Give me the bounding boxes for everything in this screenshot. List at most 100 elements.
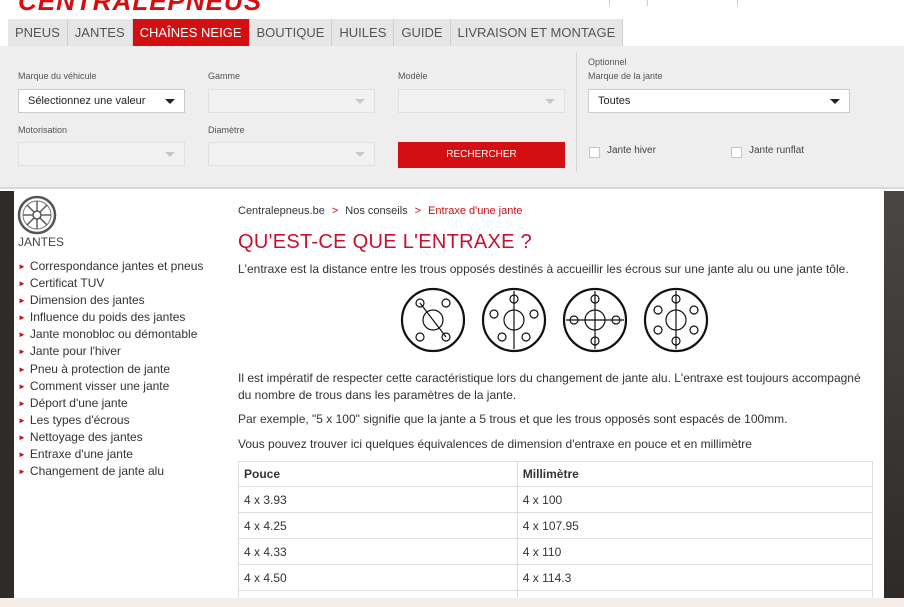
sidebar-item-label: Certificat TUV	[29, 276, 105, 291]
rim-brand-select[interactable]: Toutes	[588, 89, 850, 113]
runflat-rim-label: Jante runflat	[749, 145, 805, 156]
winter-rim-label: Jante hiver	[607, 145, 656, 156]
arrow-right-icon: ►	[18, 296, 26, 306]
optional-label: Optionnel	[588, 57, 627, 67]
sidebar-item-certificat-tuv[interactable]: ► Certificat TUV	[18, 275, 203, 292]
header-divider	[609, 0, 610, 6]
rim-brand-value: Toutes	[598, 95, 631, 107]
sidebar-item-dimension[interactable]: ► Dimension des jantes	[18, 292, 203, 309]
arrow-right-icon: ►	[18, 364, 26, 374]
breadcrumb-separator: >	[414, 205, 422, 217]
main-nav: PNEUS JANTES CHAÎNES NEIGE BOUTIQUE HUIL…	[8, 19, 624, 46]
paragraph-1: Il est impératif de respecter cette cara…	[238, 371, 861, 402]
breadcrumb-current: Entraxe d'une jante	[428, 205, 523, 217]
sidebar-item-label: Comment visser une jante	[29, 378, 170, 393]
wheel-icon	[17, 195, 57, 235]
header-divider	[737, 0, 738, 6]
table-cell: 4 x 110	[516, 538, 874, 565]
logo[interactable]: CENTRALEPNEUS	[18, 0, 262, 17]
search-filter-panel: Marque du véhicule Sélectionnez une vale…	[0, 46, 904, 189]
nav-jantes[interactable]: JANTES	[67, 19, 133, 46]
header-divider	[647, 0, 648, 6]
nav-huiles[interactable]: HUILES	[332, 19, 395, 46]
range-select[interactable]	[208, 89, 375, 113]
chevron-down-icon	[355, 152, 365, 157]
sidebar-item-correspondance[interactable]: ► Correspondance jantes et pneus	[18, 258, 203, 275]
breadcrumb: Centralepneus.be > Nos conseils > Entraxe d'…	[238, 205, 523, 217]
model-select[interactable]	[398, 89, 565, 113]
arrow-right-icon: ►	[18, 279, 26, 289]
range-label: Gamme	[208, 71, 241, 81]
nav-livraison-montage[interactable]: LIVRAISON ET MONTAGE	[450, 19, 624, 46]
sidebar-item-nettoyage[interactable]: ► Nettoyage des jantes	[18, 429, 203, 446]
sidebar-item-visser[interactable]: ► Comment visser une jante	[18, 378, 203, 395]
nav-guide[interactable]: GUIDE	[394, 19, 451, 46]
chevron-down-icon	[830, 99, 840, 104]
sidebar-item-influence-poids[interactable]: ► Influence du poids des jantes	[18, 309, 203, 326]
sidebar-item-label: Entraxe d'une jante	[29, 447, 133, 462]
intro-text: L'entraxe est la distance entre les trou…	[238, 262, 849, 276]
nav-pneus[interactable]: PNEUS	[8, 19, 68, 46]
arrow-right-icon: ►	[18, 432, 26, 442]
table-row: 4 x 4.25 4 x 107.95	[238, 512, 874, 539]
diameter-label: Diamètre	[208, 125, 245, 135]
arrow-right-icon: ►	[18, 313, 26, 323]
sidebar-menu: ► Correspondance jantes et pneus ► Certifi…	[18, 258, 203, 480]
table-cell: 4 x 107.95	[516, 512, 874, 539]
chevron-down-icon	[545, 99, 555, 104]
bolt-pattern-diagram	[400, 287, 709, 353]
table-cell: 4 x 114.3	[516, 564, 874, 591]
sidebar-item-label: Influence du poids des jantes	[29, 310, 186, 325]
vehicle-brand-value: Sélectionnez une valeur	[28, 95, 146, 107]
paragraph-3: Vous pouvez trouver ici quelques équival…	[238, 437, 752, 451]
engine-label: Motorisation	[18, 125, 68, 135]
nav-chaines-neige[interactable]: CHAÎNES NEIGE	[132, 19, 250, 46]
table-cell: 4 x 4.25	[238, 512, 518, 539]
sidebar-item-label: Les types d'écrous	[29, 412, 130, 427]
sidebar-item-ecrous[interactable]: ► Les types d'écrous	[18, 412, 203, 429]
diameter-select[interactable]	[208, 142, 375, 166]
arrow-right-icon: ►	[18, 450, 26, 460]
search-button[interactable]: RECHERCHER	[398, 142, 565, 168]
table-row: 4 x 3.93 4 x 100	[238, 486, 874, 513]
background-right	[884, 191, 904, 607]
table-row: 4 x 4.33 4 x 110	[238, 538, 874, 565]
sidebar-item-entraxe[interactable]: ► Entraxe d'une jante	[18, 446, 203, 463]
winter-rim-checkbox[interactable]	[589, 147, 600, 158]
filter-divider	[576, 52, 577, 172]
vehicle-brand-select[interactable]: Sélectionnez une valeur	[18, 89, 185, 113]
table-cell: 4 x 100	[516, 486, 874, 513]
engine-select[interactable]	[18, 142, 185, 166]
sidebar-item-label: Jante monobloc ou démontable	[29, 327, 198, 342]
table-cell: 4 x 4.50	[238, 564, 518, 591]
runflat-rim-checkbox[interactable]	[731, 147, 742, 158]
sidebar-item-deport[interactable]: ► Déport d'une jante	[18, 395, 203, 412]
breadcrumb-separator: >	[331, 205, 339, 217]
table-cell: 4 x 4.33	[238, 538, 518, 565]
sidebar-item-changement[interactable]: ► Changement de jante alu	[18, 463, 203, 480]
sidebar-title: JANTES	[18, 235, 65, 249]
arrow-right-icon: ►	[18, 347, 26, 357]
nav-boutique[interactable]: BOUTIQUE	[249, 19, 333, 46]
cookie-banner-edge	[0, 598, 904, 607]
paragraph-2: Par exemple, "5 x 100" signifie que la j…	[238, 412, 788, 426]
chevron-down-icon	[165, 99, 175, 104]
sidebar-item-hiver[interactable]: ► Jante pour l'hiver	[18, 343, 203, 360]
pcd-table: Pouce Millimètre 4 x 3.93 4 x 100 4 x 4.2…	[238, 461, 874, 607]
arrow-right-icon: ►	[18, 398, 26, 408]
sidebar-item-protection[interactable]: ► Pneu à protection de jante	[18, 361, 203, 378]
column-header-pouce: Pouce	[238, 461, 518, 487]
sidebar-item-label: Nettoyage des jantes	[29, 429, 143, 444]
breadcrumb-home[interactable]: Centralepneus.be	[238, 205, 325, 217]
table-header-row: Pouce Millimètre	[238, 461, 874, 487]
breadcrumb-section[interactable]: Nos conseils	[345, 205, 407, 217]
sidebar-item-label: Déport d'une jante	[29, 395, 128, 410]
vehicle-brand-label: Marque du véhicule	[18, 71, 97, 81]
arrow-right-icon: ►	[18, 415, 26, 425]
sidebar-item-monobloc[interactable]: ► Jante monobloc ou démontable	[18, 326, 203, 343]
sidebar-item-label: Changement de jante alu	[29, 464, 165, 479]
arrow-right-icon: ►	[18, 262, 26, 271]
table-cell: 4 x 3.93	[238, 486, 518, 513]
table-row: 4 x 4.50 4 x 114.3	[238, 564, 874, 591]
column-header-millimetre: Millimètre	[516, 461, 874, 487]
